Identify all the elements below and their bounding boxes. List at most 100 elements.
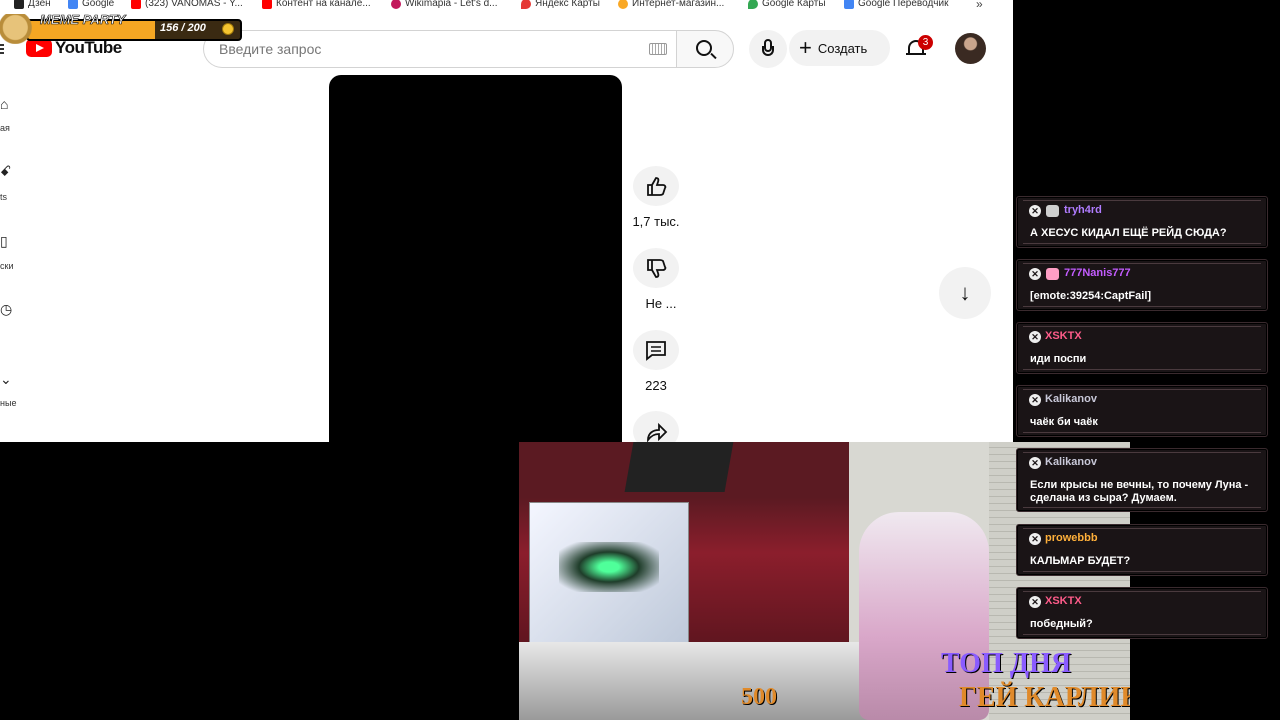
badge-icon — [1046, 268, 1059, 280]
bookmark-content[interactable]: Контент на канале... — [262, 0, 371, 9]
sidebar-item-downloads-label[interactable]: ные — [0, 398, 16, 408]
bookmark-label: Google — [82, 0, 115, 9]
youtube-icon — [262, 0, 272, 9]
bookmark-label: (323) VANOMAS - Y... — [145, 0, 243, 9]
chat-message: ✕ Kalikanov Если крысы не вечны, то поче… — [1016, 448, 1268, 512]
downloads-icon[interactable]: ⌄ — [0, 371, 12, 388]
chat-text: А ХЕСУС КИДАЛ ЕЩЁ РЕЙД СЮДА? — [1030, 227, 1227, 239]
search-box — [203, 30, 676, 68]
chat-message: ✕ XSKTX иди поспи — [1016, 322, 1268, 374]
keyboard-icon[interactable] — [649, 43, 667, 55]
bookmark-translate[interactable]: Google Переводчик — [844, 0, 948, 9]
dzen-icon — [14, 0, 24, 9]
map-pin-icon — [521, 0, 531, 9]
voice-search-button[interactable] — [749, 30, 787, 68]
chat-username: Kalikanov — [1045, 393, 1097, 405]
close-icon[interactable]: ✕ — [1029, 394, 1041, 406]
bookmarks-more-icon[interactable]: » — [976, 0, 983, 11]
comments-button[interactable] — [633, 330, 679, 370]
bookmark-label: Google Переводчик — [858, 0, 949, 9]
chat-username: Kalikanov — [1045, 456, 1097, 468]
chat-text: [emote:39254:CaptFail] — [1030, 290, 1152, 302]
create-button[interactable]: + Создать — [789, 30, 890, 66]
sidebar-item-shorts-label[interactable]: ts — [0, 192, 7, 202]
shorts-icon[interactable]: ꗃ — [0, 163, 11, 180]
translate-icon — [844, 0, 854, 9]
bell-base — [906, 53, 926, 55]
coin-icon — [222, 23, 234, 35]
chat-message: ✕ 777Nanis777 [emote:39254:CaptFail] — [1016, 259, 1268, 311]
bookmark-wikimapia[interactable]: Wikimapia - Let's d... — [391, 0, 498, 9]
avatar[interactable] — [955, 33, 986, 64]
share-icon — [647, 422, 668, 442]
chat-message: ✕ Kalikanov чаёк би чаёк — [1016, 385, 1268, 437]
search-icon — [696, 40, 712, 56]
chat-text: КАЛЬМАР БУДЕТ? — [1030, 555, 1131, 567]
create-label: Создать — [817, 40, 868, 56]
shorts-video-player[interactable] — [329, 75, 622, 442]
bookmark-label: Яндекс Карты — [535, 0, 600, 9]
chat-text: иди поспи — [1030, 353, 1087, 365]
search-input[interactable] — [219, 39, 619, 59]
home-icon[interactable]: ⌂ — [0, 96, 8, 112]
like-button[interactable] — [633, 166, 679, 206]
comment-count: 223 — [645, 378, 667, 393]
bookmark-google-maps[interactable]: Google Карты — [748, 0, 826, 9]
dislike-button[interactable] — [633, 248, 679, 288]
share-button[interactable] — [633, 411, 679, 442]
close-icon[interactable]: ✕ — [1029, 533, 1041, 545]
shop-icon — [618, 0, 628, 9]
stream-chat: ✕ tryh4rd А ХЕСУС КИДАЛ ЕЩЁ РЕЙД СЮДА? ✕… — [1016, 0, 1280, 720]
notifications-badge: 3 — [918, 35, 933, 50]
subscriptions-icon[interactable]: ▯ — [0, 233, 8, 250]
chat-username: 777Nanis777 — [1064, 267, 1131, 279]
bookmark-yandex-maps[interactable]: Яндекс Карты — [521, 0, 600, 9]
chat-username: prowebbb — [1045, 532, 1098, 544]
chat-username: tryh4rd — [1064, 204, 1102, 216]
search-button[interactable] — [676, 30, 734, 68]
chat-username: XSKTX — [1045, 595, 1082, 607]
bookmark-vanomas[interactable]: (323) VANOMAS - Y... — [131, 0, 243, 9]
screen: { "bookmarks": [ {"label": "Дзен", "colo… — [0, 0, 1280, 720]
chat-message: ✕ prowebbb КАЛЬМАР БУДЕТ? — [1016, 524, 1268, 576]
microphone-stand — [762, 46, 774, 56]
comment-icon — [646, 341, 666, 361]
bookmark-label: Google Карты — [762, 0, 826, 9]
doge-icon — [0, 14, 34, 44]
sidebar-item-subscriptions-label[interactable]: ски — [0, 261, 13, 271]
bookmarks-bar: Дзен Google (323) VANOMAS - Y... Контент… — [0, 0, 1013, 12]
rgb-glow — [559, 542, 659, 592]
arrow-down-icon: ↓ — [959, 280, 971, 305]
chat-username: XSKTX — [1045, 330, 1082, 342]
overlay-number: 500 — [741, 684, 777, 710]
badge-icon — [1046, 205, 1059, 217]
bookmark-dzen[interactable]: Дзен — [14, 0, 51, 9]
close-icon[interactable]: ✕ — [1029, 205, 1041, 217]
close-icon[interactable]: ✕ — [1029, 331, 1041, 343]
chat-message: ✕ tryh4rd А ХЕСУС КИДАЛ ЕЩЁ РЕЙД СЮДА? — [1016, 196, 1268, 248]
sidebar-item-home-label[interactable]: ая — [0, 123, 10, 133]
meme-party-title: MEME PARTY — [40, 12, 126, 28]
plus-icon: + — [799, 35, 812, 60]
bookmark-label: Wikimapia - Let's d... — [405, 0, 498, 9]
close-icon[interactable]: ✕ — [1029, 596, 1041, 608]
close-icon[interactable]: ✕ — [1029, 268, 1041, 280]
chat-message: ✕ XSKTX победный? — [1016, 587, 1268, 639]
next-video-button[interactable]: ↓ — [939, 267, 991, 319]
browser-window: Дзен Google (323) VANOMAS - Y... Контент… — [0, 0, 1013, 442]
menu-icon[interactable] — [0, 44, 4, 54]
desk — [519, 642, 879, 720]
thumbs-down-icon — [647, 259, 667, 278]
bookmark-label: Интернет-магазин... — [632, 0, 725, 9]
bookmark-shop[interactable]: Интернет-магазин... — [618, 0, 724, 9]
close-icon[interactable]: ✕ — [1029, 457, 1041, 469]
meme-party-count: 156 / 200 — [160, 22, 206, 34]
chat-text: победный? — [1030, 618, 1093, 630]
meme-party-widget: MEME PARTY 156 / 200 — [0, 12, 243, 44]
bookmark-google[interactable]: Google — [68, 0, 114, 9]
youtube-icon — [131, 0, 141, 9]
history-icon[interactable]: ◷ — [0, 301, 12, 318]
wikimapia-icon — [391, 0, 401, 9]
bookmark-label: Контент на канале... — [276, 0, 371, 9]
map-pin-icon — [748, 0, 758, 9]
